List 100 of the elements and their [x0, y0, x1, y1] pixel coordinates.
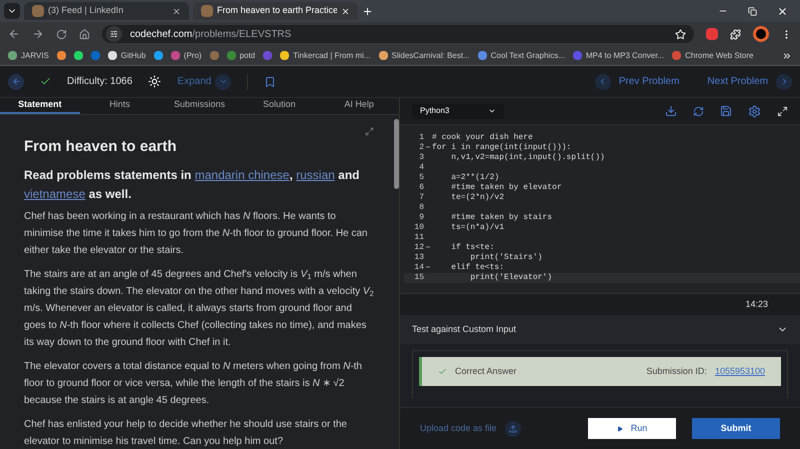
tab[interactable]: Solution: [239, 98, 320, 114]
code-line: if ts<te:: [450, 243, 494, 253]
fullscreen-icon[interactable]: [777, 106, 788, 116]
line-number: 2: [418, 143, 424, 153]
forward-icon[interactable]: [32, 28, 44, 40]
timer: 14:23: [745, 298, 768, 311]
extension-icon[interactable]: [706, 28, 718, 40]
chevron-down-icon: [218, 77, 228, 86]
submit-button[interactable]: Submit: [692, 418, 780, 439]
line-number: 3: [418, 153, 424, 163]
code-line: ts=(n*a)/v1: [450, 223, 504, 233]
bookmark[interactable]: potd: [226, 50, 256, 62]
new-tab-icon[interactable]: [362, 6, 373, 16]
scrollbar-thumb[interactable]: [394, 118, 399, 188]
code-line: print('Stairs'): [470, 253, 542, 263]
tab[interactable]: AI Help: [319, 98, 399, 114]
next-problem-button[interactable]: Next Problem: [707, 74, 792, 90]
star-icon[interactable]: [675, 28, 686, 40]
browser-tab[interactable]: (3) Feed | LinkedIn: [24, 2, 189, 20]
code-line: te=(2*n)/v2: [450, 193, 504, 203]
code-line: n,v1,v2=map(int,input().split()): [450, 153, 605, 163]
code-line: elif te<ts:: [450, 263, 504, 273]
bookmark-icon[interactable]: [264, 76, 276, 88]
run-button[interactable]: Run: [588, 418, 676, 439]
line-number: 4: [418, 163, 424, 173]
back-icon: [12, 77, 20, 86]
bookmark-icon: [672, 51, 682, 60]
home-icon[interactable]: [79, 28, 90, 40]
language-link[interactable]: vietnamese: [24, 187, 86, 201]
check-icon: [438, 367, 447, 376]
statement-paragraph: The stairs are at an angle of 45 degrees and Chef's velocity is V$_{1}$ m/s when taking the stairs down. The elevator on the other hand moves with a velocity V$_{2}$ m/s. Whenever an elevator is called, it always starts from ground floor and goes to N-th floor where it collects Chef (collecting takes no time), and makes its way down to the ground floor with Chef in it.: [24, 268, 374, 350]
line-number: 7: [418, 193, 424, 203]
tab-search-icon[interactable]: [4, 3, 20, 19]
language-link[interactable]: mandarin chinese: [194, 168, 290, 182]
restore-icon[interactable]: [748, 6, 757, 16]
language-select[interactable]: Python3: [412, 104, 504, 118]
profile-avatar[interactable]: [753, 26, 769, 42]
bookmark-label: GitHub: [120, 50, 146, 62]
bookmark[interactable]: [154, 51, 163, 60]
expand-icon[interactable]: [365, 126, 374, 136]
submission-id-label: Submission ID:: [646, 364, 707, 378]
back-button[interactable]: [8, 74, 24, 90]
reset-icon[interactable]: [693, 106, 704, 116]
bookmark-icon: [8, 51, 17, 60]
line-number: 11: [413, 233, 424, 243]
tab[interactable]: Hints: [80, 98, 160, 114]
statement-paragraph: Chef has been working in a restaurant which has N floors. He wants to minimise the time it takes him to go from the N-th floor to ground floor. He can either take the elevator or the stairs.: [24, 210, 368, 258]
site-info-icon[interactable]: [106, 26, 122, 42]
fold-icon[interactable]: [426, 246, 430, 248]
line-number: 13: [413, 253, 424, 263]
difficulty-label: Difficulty: 1066: [67, 75, 132, 89]
fold-icon[interactable]: [426, 146, 430, 148]
close-icon[interactable]: [777, 6, 788, 16]
bookmark[interactable]: Chrome Web Store: [672, 50, 754, 62]
play-icon: [616, 426, 623, 432]
fold-icon[interactable]: [426, 266, 430, 268]
line-number: 6: [418, 183, 424, 193]
favicon-icon: [201, 5, 213, 17]
back-icon[interactable]: [8, 28, 20, 40]
bookmark[interactable]: GitHub: [108, 50, 146, 62]
tab-title: (3) Feed | LinkedIn: [48, 4, 124, 18]
line-number: 10: [413, 223, 424, 233]
bookmark-label: JARVIS: [21, 50, 49, 62]
line-number: 9: [418, 213, 424, 223]
result-status: Correct Answer: [455, 364, 517, 378]
prev-problem-button[interactable]: Prev Problem: [594, 74, 680, 90]
custom-input-label: Test against Custom Input: [412, 322, 516, 336]
more-bookmarks-icon[interactable]: [782, 50, 792, 60]
line-number: 5: [418, 173, 424, 183]
line-number: 15: [413, 273, 424, 283]
code-line: #time taken by elevator: [450, 183, 562, 193]
language-note: Read problems statements in mandarin chinese, russian and vietnamese as well.: [24, 167, 360, 203]
statement-paragraph: Chef has enlisted your help to decide whether he should use stairs or the elevator to minimise his travel time. Can you help him out?: [24, 418, 348, 449]
theme-icon[interactable]: [148, 75, 162, 88]
address-bar[interactable]: codechef.com/problems/ELEVSTRS: [102, 25, 694, 43]
upload-icon[interactable]: [504, 420, 521, 436]
bookmark[interactable]: JARVIS: [8, 50, 49, 62]
download-icon[interactable]: [665, 105, 677, 117]
bookmark-icon: [572, 51, 582, 60]
tab[interactable]: Submissions: [160, 98, 240, 114]
settings-icon[interactable]: [748, 104, 761, 118]
code-line: a=2**(1/2): [450, 173, 500, 183]
bookmark-label: Chrome Web Store: [685, 50, 754, 62]
code-line: # cook your dish here: [432, 133, 533, 143]
puzzle-icon[interactable]: [730, 28, 741, 40]
code-line: for i in range(int(input())):: [432, 143, 572, 153]
code-editor[interactable]: [400, 125, 800, 293]
reload-icon[interactable]: [56, 28, 67, 40]
language-link[interactable]: russian: [296, 168, 335, 182]
close-icon[interactable]: [172, 6, 181, 16]
statement-paragraph: The elevator covers a total distance equal to N meters when going from N-th floor to ground floor or vice versa, while the length of the stairs is N ∗ √2 because the stairs is at angle 45 degrees.: [24, 360, 363, 408]
save-icon[interactable]: [720, 105, 732, 117]
bookmark-icon: [378, 51, 388, 60]
bookmark[interactable]: (Pro): [170, 50, 202, 62]
code-line: #time taken by stairs: [450, 213, 552, 223]
favicon-icon: [32, 5, 44, 17]
url-text: codechef.com/problems/ELEVSTRS: [130, 28, 292, 42]
line-number: 1: [418, 133, 424, 143]
dropdown-icon: [488, 107, 496, 115]
code-line: print('Elevator'): [469, 273, 552, 283]
